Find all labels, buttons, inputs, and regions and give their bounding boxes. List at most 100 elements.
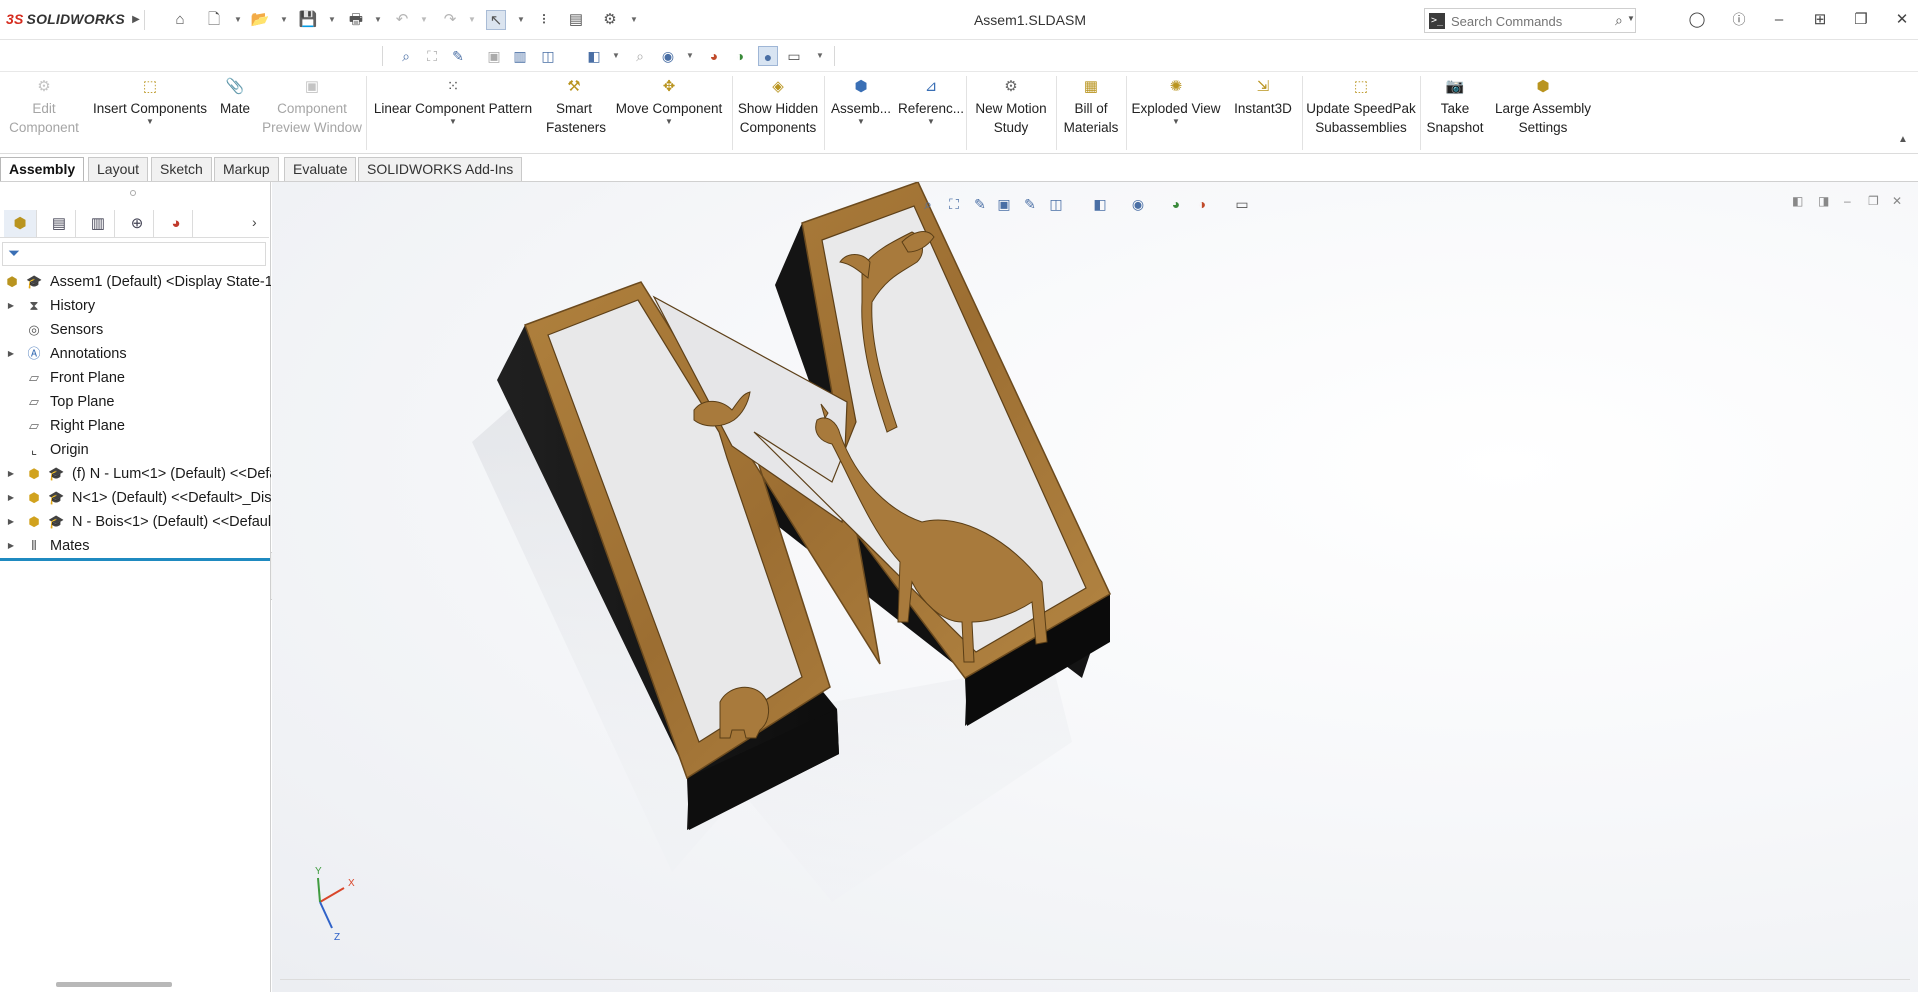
tree-item-n[interactable]: ▶ ⬢ 🎓 N<1> (Default) <<Default>_Display … xyxy=(0,486,271,510)
hud-zoom-to-area-icon[interactable]: ⛶ xyxy=(944,194,964,214)
filter-funnel-icon[interactable]: ⏷ xyxy=(8,245,20,262)
previous-view-icon[interactable]: ✎ xyxy=(448,46,468,66)
hide-show-items-icon[interactable]: ⌕ xyxy=(630,46,650,66)
tree-item-mates[interactable]: ▶ ⫴ Mates xyxy=(0,534,271,558)
model-view[interactable]: X Y Z xyxy=(272,182,1918,992)
assembly-features-button[interactable]: ⬢ Assemb... ▼ xyxy=(828,78,894,150)
edit-component-button[interactable]: ⚙ Edit Component xyxy=(4,78,84,150)
hud-zoom-to-fit-icon[interactable]: ⌕ xyxy=(918,194,938,214)
hud-edit-appearance-icon[interactable]: ◕ xyxy=(1166,194,1186,214)
home-icon[interactable]: ⌂ xyxy=(170,10,190,30)
appearance-dropdown-icon[interactable]: ▼ xyxy=(686,46,694,66)
assembly-features-dropdown-icon[interactable]: ▼ xyxy=(828,118,894,126)
redo-dropdown-icon[interactable]: ▼ xyxy=(468,10,476,30)
hud-previous-view-icon[interactable]: ✎ xyxy=(970,194,990,214)
close-icon[interactable]: ✕ xyxy=(1891,9,1913,31)
expand-arrow-icon[interactable]: ▶ xyxy=(6,342,16,366)
tree-item-right-plane[interactable]: ▱ Right Plane xyxy=(0,414,271,438)
options-dropdown-icon[interactable]: ▼ xyxy=(630,10,638,30)
expand-arrow-icon[interactable]: ▶ xyxy=(6,294,16,318)
tab-solidworks-add-ins[interactable]: SOLIDWORKS Add-Ins xyxy=(358,157,523,181)
hud-hide-show-icon[interactable]: ◉ xyxy=(1128,194,1148,214)
tree-item-sensors[interactable]: ◎ Sensors xyxy=(0,318,271,342)
print-dropdown-icon[interactable]: ▼ xyxy=(374,10,382,30)
smart-fasteners-button[interactable]: ⚒ Smart Fasteners xyxy=(546,78,606,150)
tree-item-n-lum[interactable]: ▶ ⬢ 🎓 (f) N - Lum<1> (Default) <<Default… xyxy=(0,462,271,486)
configuration-manager-icon[interactable]: ▥ xyxy=(82,210,115,237)
hud-display-style-icon[interactable]: ◧ xyxy=(1090,194,1110,214)
reference-geometry-dropdown-icon[interactable]: ▼ xyxy=(898,118,964,126)
more-tabs-arrow-icon[interactable]: › xyxy=(252,214,257,230)
mate-button[interactable]: 📎 Mate xyxy=(214,78,256,150)
tree-item-n-bois[interactable]: ▶ ⬢ 🎓 N - Bois<1> (Default) <<Default>_D… xyxy=(0,510,271,534)
apply-scene-icon[interactable]: ◕ xyxy=(704,46,724,66)
new-document-icon[interactable]: 🗋 xyxy=(204,10,224,30)
expand-arrow-icon[interactable]: ▶ xyxy=(6,486,16,510)
search-input[interactable] xyxy=(1451,12,1601,30)
reference-geometry-button[interactable]: ⊿ Referenc... ▼ xyxy=(898,78,964,150)
rollback-bar[interactable] xyxy=(0,558,270,561)
tree-item-annotations[interactable]: ▶ Ⓐ Annotations xyxy=(0,342,271,366)
display-style-icon[interactable]: ◧ xyxy=(584,46,604,66)
search-commands-box[interactable]: >_ ⌕ ▼ xyxy=(1424,8,1636,33)
redo-icon[interactable]: ↷ xyxy=(440,10,460,30)
tab-sketch[interactable]: Sketch xyxy=(151,157,212,181)
help-icon[interactable]: ⓘ xyxy=(1728,9,1750,31)
large-assembly-settings-button[interactable]: ⬢ Large Assembly Settings xyxy=(1490,78,1596,150)
section-view-icon[interactable]: ▣ xyxy=(484,46,504,66)
viewport-close-icon[interactable]: ✕ xyxy=(1892,194,1902,208)
collapse-ribbon-icon[interactable]: ▲ xyxy=(1898,134,1908,145)
save-dropdown-icon[interactable]: ▼ xyxy=(328,10,336,30)
move-component-button[interactable]: ✥ Move Component ▼ xyxy=(608,78,730,150)
tab-markup[interactable]: Markup xyxy=(214,157,279,181)
coordinate-triad[interactable]: X Y Z xyxy=(315,866,355,943)
new-motion-study-button[interactable]: ⚙ New Motion Study xyxy=(970,78,1052,150)
expand-arrow-icon[interactable]: ▶ xyxy=(6,510,16,534)
solidworks-logo[interactable]: 3S SOLIDWORKS xyxy=(6,11,125,27)
monitor-display-icon[interactable]: ▭ xyxy=(784,46,804,66)
exploded-view-dropdown-icon[interactable]: ▼ xyxy=(1130,118,1222,126)
insert-components-dropdown-icon[interactable]: ▼ xyxy=(88,118,212,126)
print-icon[interactable]: 🖶 xyxy=(346,10,366,30)
graphics-area[interactable]: X Y Z ⌕ ⛶ ✎ ▣ ✎ ◫ ◧ ◉ ◕ ◑ ▭ ◧ ◨ – ❐ ✕ xyxy=(272,182,1918,992)
rebuild-traffic-light-icon[interactable]: ⁝ xyxy=(534,10,554,30)
feature-manager-icon[interactable]: ⬢ xyxy=(4,210,37,237)
undo-dropdown-icon[interactable]: ▼ xyxy=(420,10,428,30)
view-orientation-icon[interactable]: ◫ xyxy=(538,46,558,66)
select-dropdown-icon[interactable]: ▼ xyxy=(517,10,525,30)
hud-section-view-icon[interactable]: ▣ xyxy=(994,194,1014,214)
tab-assembly[interactable]: Assembly xyxy=(0,157,85,181)
save-icon[interactable]: 💾 xyxy=(298,10,318,30)
display-style-dropdown-icon[interactable]: ▼ xyxy=(612,46,620,66)
horizontal-scrollbar[interactable] xyxy=(56,982,172,987)
dimxpert-icon[interactable]: ⊕ xyxy=(121,210,154,237)
viewport-minimize-icon[interactable]: – xyxy=(1844,194,1851,208)
new-dropdown-icon[interactable]: ▼ xyxy=(234,10,242,30)
expand-arrow-icon[interactable]: ▶ xyxy=(6,534,16,558)
open-folder-icon[interactable]: 📂 xyxy=(250,10,270,30)
tree-item-history[interactable]: ▶ ⧗ History xyxy=(0,294,271,318)
instant3d-button[interactable]: ⇲ Instant3D xyxy=(1228,78,1298,150)
tab-layout[interactable]: Layout xyxy=(88,157,149,181)
tree-item-front-plane[interactable]: ▱ Front Plane xyxy=(0,366,271,390)
hud-view-orientation-icon[interactable]: ◫ xyxy=(1046,194,1066,214)
zoom-to-fit-icon[interactable]: ⌕ xyxy=(396,46,416,66)
edit-appearance-icon[interactable]: ◉ xyxy=(658,46,678,66)
hud-view-settings-icon[interactable]: ▭ xyxy=(1232,194,1252,214)
zoom-to-area-icon[interactable]: ⛶ xyxy=(422,46,442,66)
tile-icon[interactable]: ⊞ xyxy=(1809,9,1831,31)
search-icon[interactable]: ⌕ xyxy=(1615,12,1623,29)
insert-components-button[interactable]: ⬚ Insert Components ▼ xyxy=(88,78,212,150)
move-component-dropdown-icon[interactable]: ▼ xyxy=(608,118,730,126)
tab-evaluate[interactable]: Evaluate xyxy=(284,157,357,181)
linear-pattern-dropdown-icon[interactable]: ▼ xyxy=(370,118,536,126)
bill-of-materials-button[interactable]: ▦ Bill of Materials xyxy=(1060,78,1122,150)
options-gear-icon[interactable]: ⚙ xyxy=(600,10,620,30)
select-pointer-icon[interactable]: ↖ xyxy=(486,10,506,30)
menu-expand-arrow-icon[interactable]: ▶ xyxy=(126,10,146,30)
property-manager-icon[interactable]: ▤ xyxy=(43,210,76,237)
tree-item-assem1[interactable]: ⬢ 🎓 Assem1 (Default) <Display State-1> xyxy=(0,270,271,294)
undo-icon[interactable]: ↶ xyxy=(392,10,412,30)
restore-icon[interactable]: ❐ xyxy=(1850,9,1872,31)
tree-filter[interactable]: ⏷ xyxy=(2,242,266,266)
